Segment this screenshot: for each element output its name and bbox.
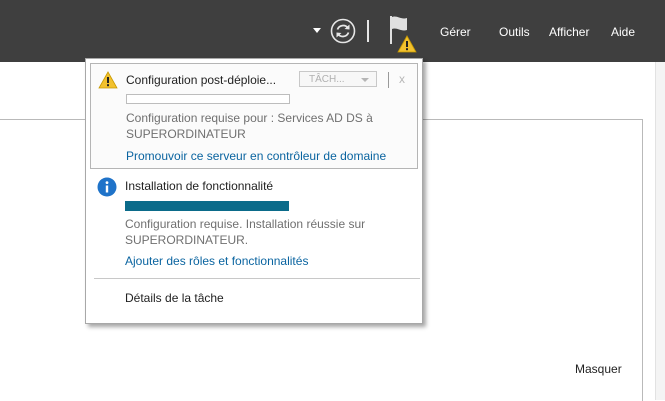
task-dropdown[interactable]: TÂCH... (299, 71, 377, 87)
notification-flag-icon[interactable] (388, 14, 422, 54)
task-dropdown-label: TÂCH... (309, 74, 345, 85)
toolbar-separator (367, 20, 369, 42)
task-details-button[interactable]: Détails de la tâche (125, 291, 224, 305)
divider (94, 278, 420, 279)
menu-aide[interactable]: Aide (611, 25, 635, 39)
refresh-icon[interactable] (330, 18, 356, 44)
notification-message: Configuration requise pour : Services AD… (126, 111, 373, 141)
menu-afficher[interactable]: Afficher (549, 25, 589, 39)
chevron-down-icon (361, 78, 369, 82)
add-roles-features-link[interactable]: Ajouter des rôles et fonctionnalités (125, 254, 308, 268)
menu-gerer[interactable]: Gérer (440, 25, 471, 39)
notification-warning: Configuration post-déploie... TÂCH... x … (90, 63, 418, 169)
notification-title: Configuration post-déploie... (126, 73, 277, 87)
title-separator (388, 72, 389, 88)
warning-icon (98, 71, 118, 89)
dropdown-arrow-icon[interactable] (313, 28, 321, 33)
progress-bar (126, 94, 290, 104)
top-toolbar: Gérer Outils Afficher Aide (0, 0, 665, 62)
notification-title: Installation de fonctionnalité (125, 179, 274, 193)
menu-outils[interactable]: Outils (499, 25, 530, 39)
vertical-scrollbar[interactable] (655, 62, 665, 400)
close-button[interactable]: x (399, 72, 405, 86)
info-icon (97, 177, 117, 197)
progress-bar (125, 201, 289, 211)
warning-icon (397, 35, 417, 53)
promote-domain-controller-link[interactable]: Promouvoir ce serveur en contrôleur de d… (126, 149, 386, 163)
progress-fill (126, 202, 288, 210)
notifications-popup: Configuration post-déploie... TÂCH... x … (85, 58, 423, 324)
notification-message: Configuration requise. Installation réus… (125, 217, 366, 247)
hide-link[interactable]: Masquer (575, 362, 622, 376)
